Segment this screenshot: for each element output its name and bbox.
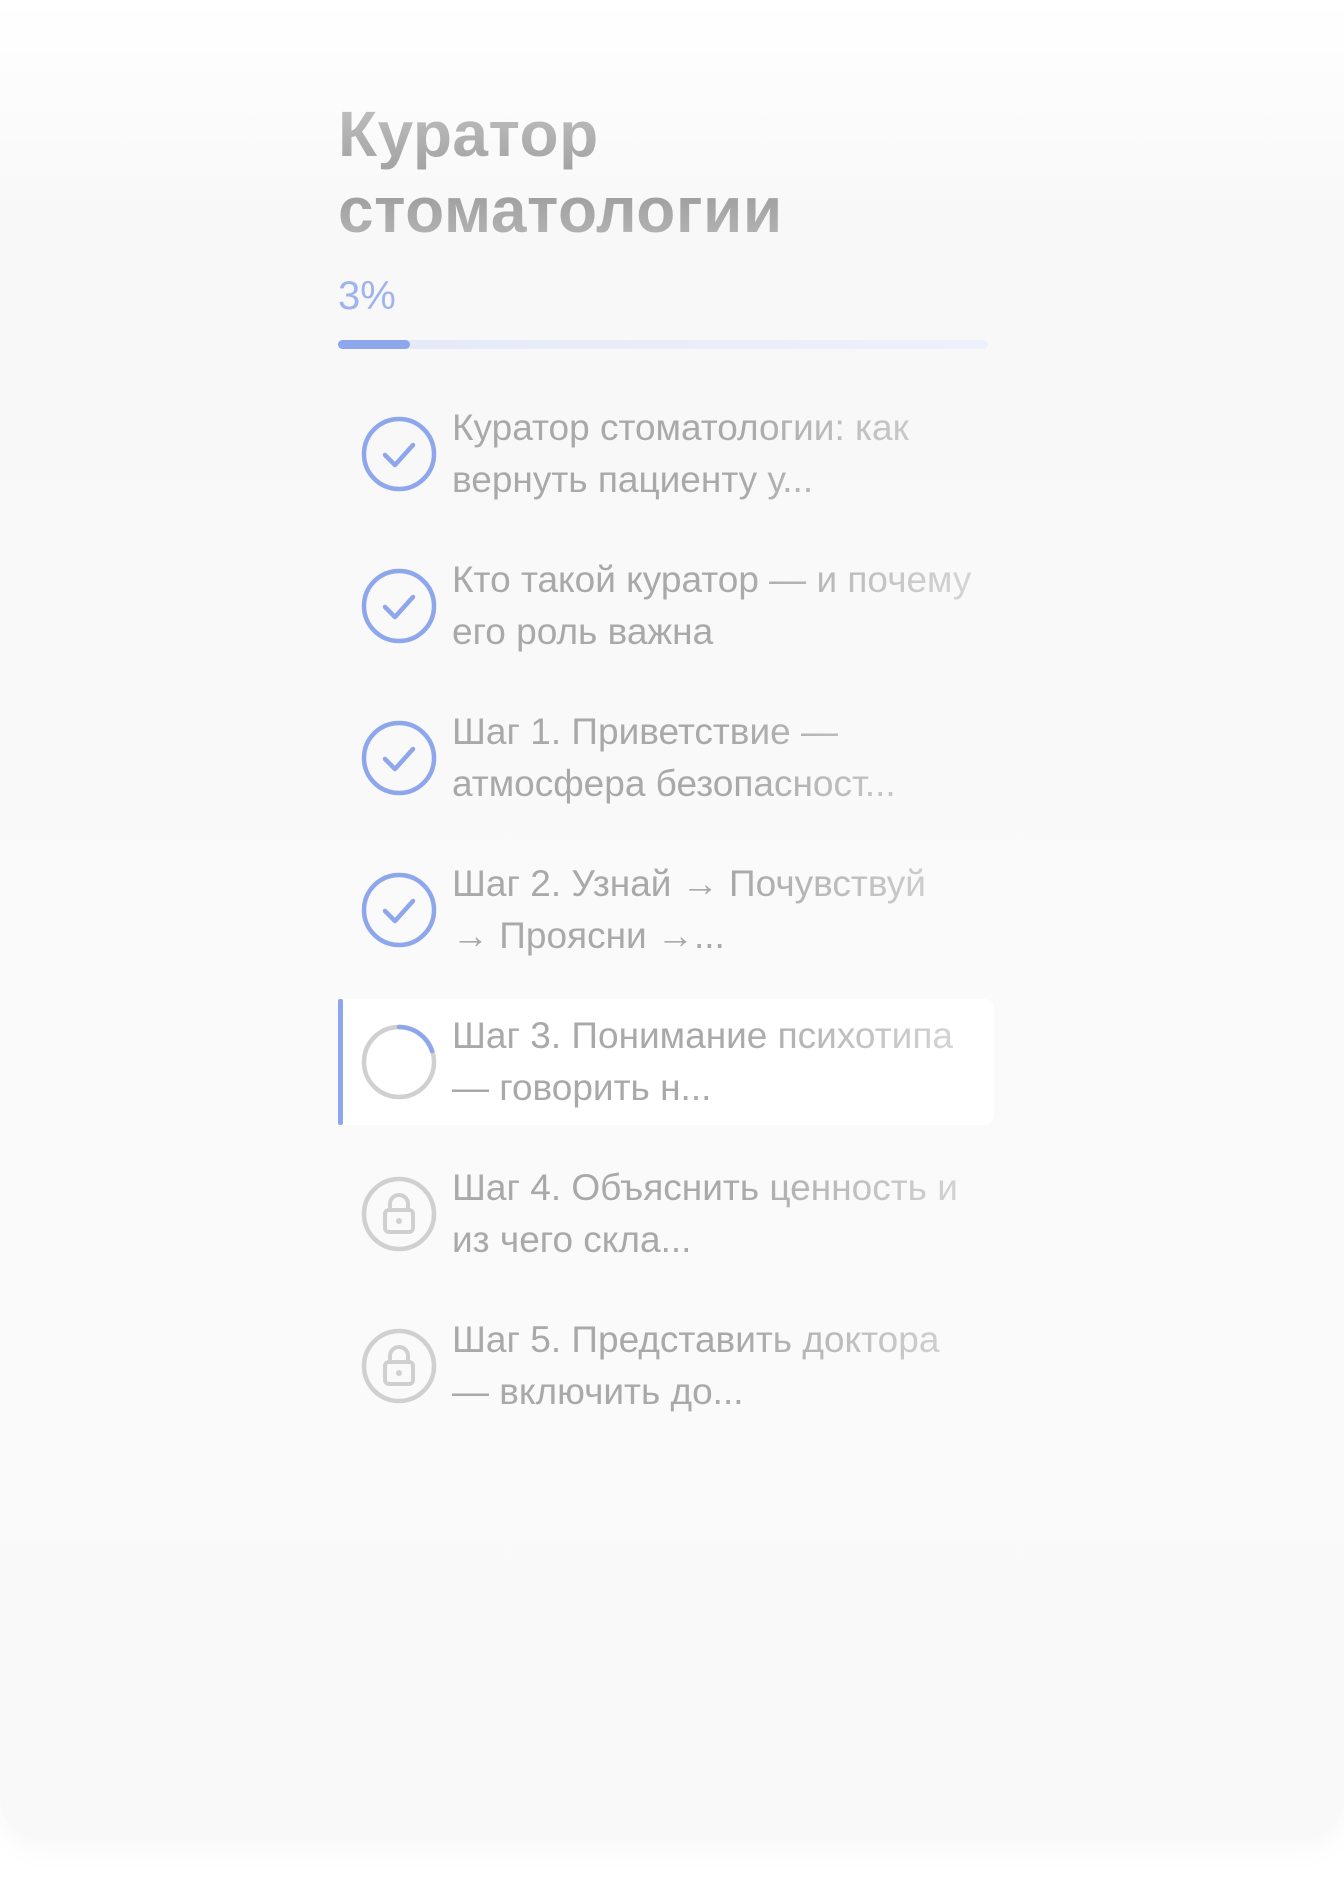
lesson-title: Шаг 4. Объяснить ценность и из чего скла… bbox=[452, 1167, 958, 1260]
lesson-title: Шаг 2. Узнай → Почувствуй → Проясни →... bbox=[452, 863, 926, 956]
progress-bar bbox=[338, 340, 988, 349]
check-circle-icon bbox=[360, 567, 438, 645]
lesson-item[interactable]: Шаг 1. Приветствие — атмосфера безопасно… bbox=[338, 695, 994, 821]
progress-bar-fill bbox=[338, 340, 410, 349]
lesson-item[interactable]: Куратор стоматологии: как вернуть пациен… bbox=[338, 391, 994, 517]
course-content: Куратор стоматологии 3% Куратор стоматол… bbox=[338, 96, 994, 1455]
lesson-item-active[interactable]: Шаг 3. Понимание психотипа — говорить н.… bbox=[338, 999, 994, 1125]
check-circle-icon bbox=[360, 415, 438, 493]
progress-percent: 3% bbox=[338, 274, 396, 318]
lock-icon bbox=[360, 1175, 438, 1253]
lesson-item-locked[interactable]: Шаг 5. Представить доктора — включить до… bbox=[338, 1303, 994, 1429]
course-sidebar-panel: Куратор стоматологии 3% Куратор стоматол… bbox=[0, 0, 1344, 1840]
lesson-item[interactable]: Кто такой куратор — и почему его роль ва… bbox=[338, 543, 994, 669]
lesson-title: Шаг 3. Понимание психотипа — говорить н.… bbox=[452, 1015, 953, 1108]
lesson-list: Куратор стоматологии: как вернуть пациен… bbox=[338, 391, 994, 1429]
progress-ring-icon bbox=[360, 1023, 438, 1101]
lesson-title: Кто такой куратор — и почему его роль ва… bbox=[452, 559, 972, 652]
lesson-title: Куратор стоматологии: как вернуть пациен… bbox=[452, 407, 909, 500]
lesson-item[interactable]: Шаг 2. Узнай → Почувствуй → Проясни →... bbox=[338, 847, 994, 973]
check-circle-icon bbox=[360, 719, 438, 797]
course-title: Куратор стоматологии bbox=[338, 96, 958, 248]
lesson-item-locked[interactable]: Шаг 4. Объяснить ценность и из чего скла… bbox=[338, 1151, 994, 1277]
lesson-title: Шаг 1. Приветствие — атмосфера безопасно… bbox=[452, 711, 896, 804]
lock-icon bbox=[360, 1327, 438, 1405]
check-circle-icon bbox=[360, 871, 438, 949]
lesson-title: Шаг 5. Представить доктора — включить до… bbox=[452, 1319, 940, 1412]
